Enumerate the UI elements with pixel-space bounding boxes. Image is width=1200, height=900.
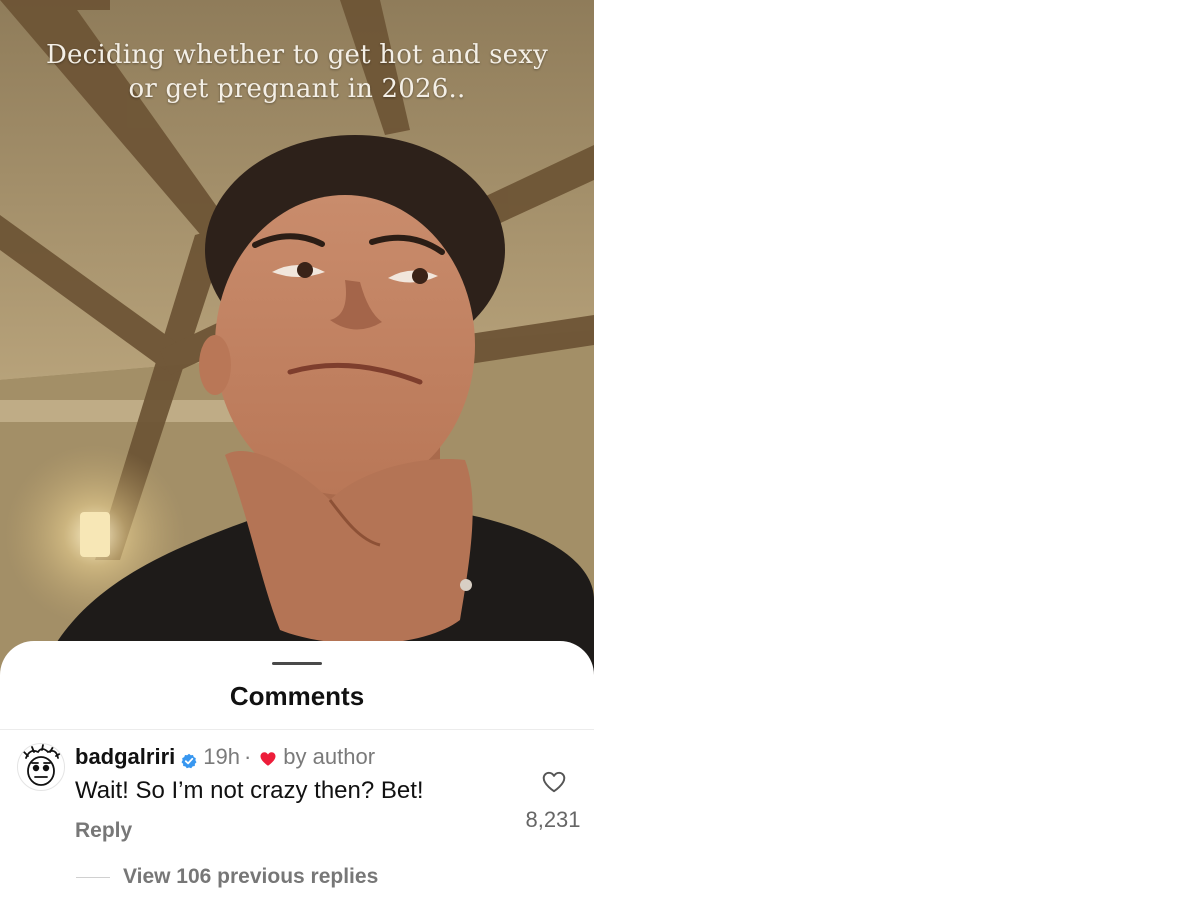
like-count: 8,231 bbox=[525, 807, 581, 832]
avatar[interactable] bbox=[17, 743, 65, 791]
avatar-doodle-icon bbox=[23, 744, 62, 786]
video-frame[interactable]: Deciding whether to get hot and sexy or … bbox=[0, 0, 594, 700]
comment-meta: badgalriri 19h · by author bbox=[75, 743, 375, 771]
verified-badge-icon bbox=[181, 749, 197, 769]
heart-icon bbox=[259, 748, 277, 766]
video-caption: Deciding whether to get hot and sexy or … bbox=[45, 40, 549, 104]
view-previous-replies-button[interactable]: View 106 previous replies bbox=[76, 864, 378, 890]
comment-time: 19h bbox=[203, 744, 240, 769]
reply-button[interactable]: Reply bbox=[75, 819, 132, 843]
liked-by-author-label: by author bbox=[283, 744, 376, 769]
sheet-title: Comments bbox=[229, 681, 365, 711]
sheet-divider bbox=[0, 729, 594, 730]
heart-outline-icon[interactable] bbox=[541, 769, 567, 795]
phone-screen: Deciding whether to get hot and sexy or … bbox=[0, 0, 594, 900]
comment-text: Wait! So I’m not crazy then? Bet! bbox=[75, 777, 424, 804]
comments-sheet: Comments badgalriri 19h · by author Wait… bbox=[0, 641, 594, 900]
replies-indent-line bbox=[76, 876, 110, 878]
comment-item: badgalriri 19h · by author Wait! So I’m … bbox=[0, 739, 594, 859]
sheet-drag-handle[interactable] bbox=[272, 662, 322, 665]
meta-separator: · bbox=[243, 744, 252, 769]
comment-username[interactable]: badgalriri bbox=[75, 744, 175, 770]
view-replies-label: View 106 previous replies bbox=[123, 865, 379, 888]
